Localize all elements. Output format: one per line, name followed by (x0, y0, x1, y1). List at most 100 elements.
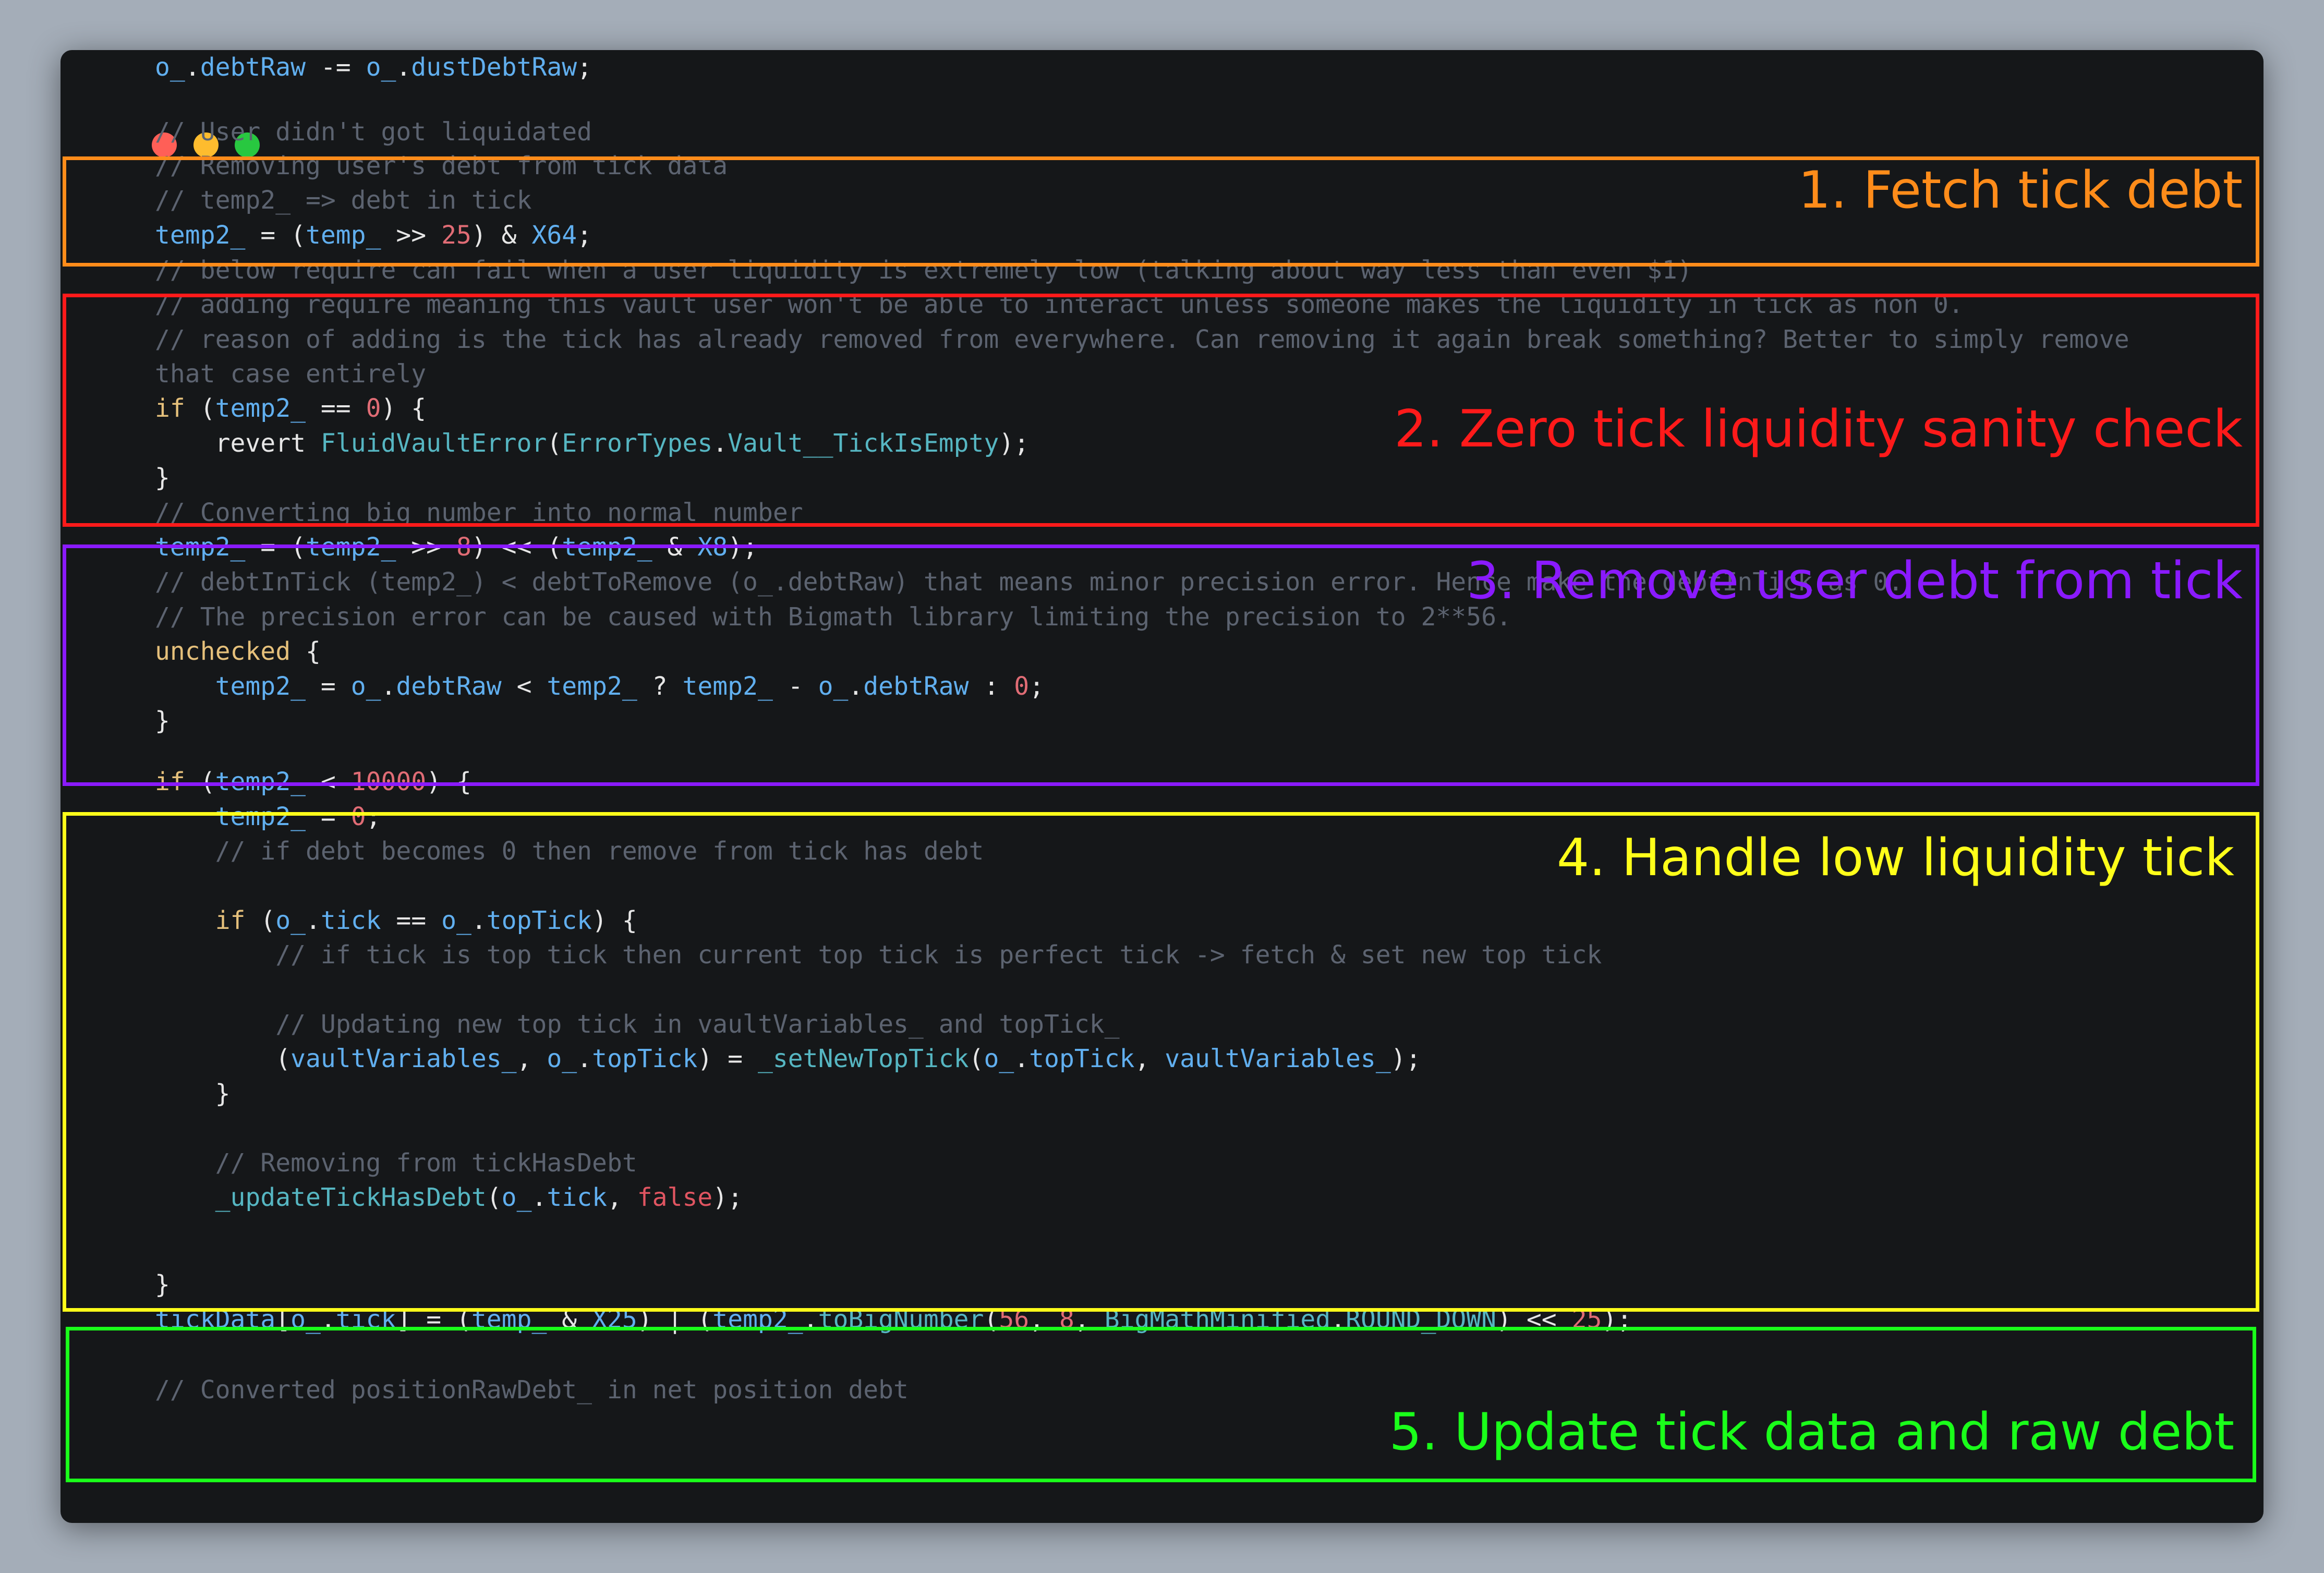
code-token: { (290, 637, 321, 666)
code-token: debtRaw (863, 672, 969, 701)
code-token: temp_ (471, 1305, 547, 1334)
code-token: // reason of adding is the tick has alre… (155, 325, 2129, 354)
code-token: ) = (697, 1044, 758, 1073)
code-token: FluidVaultError (320, 429, 547, 458)
code-token: tick (547, 1183, 607, 1212)
code-token: ) { (592, 906, 637, 935)
code-token: . (320, 1305, 336, 1334)
code-token: == (305, 394, 366, 423)
code-token: temp2_ (155, 533, 246, 562)
code-token: _setNewTopTick (757, 1044, 969, 1073)
code-token: ) & (471, 221, 532, 250)
code-line: } (155, 1267, 170, 1302)
code-line: // Removing user's debt from tick data (155, 149, 728, 183)
code-token: . (531, 1183, 547, 1212)
code-token: if (155, 394, 185, 423)
code-token: // if tick is top tick then current top … (155, 940, 1602, 970)
section-label-handle-low-liquidity: 4. Handle low liquidity tick (1556, 828, 2234, 888)
code-token: ( (245, 906, 276, 935)
code-token: X64 (531, 221, 577, 250)
code-line: _updateTickHasDebt(o_.tick, false); (155, 1180, 743, 1215)
code-token: 8 (456, 533, 471, 562)
code-token: tick (320, 906, 381, 935)
code-token: 8 (1059, 1305, 1074, 1334)
code-token: unchecked (155, 637, 291, 666)
code-token: ) | ( (637, 1305, 713, 1334)
code-line: // if tick is top tick then current top … (155, 938, 1602, 972)
code-token: = (305, 672, 351, 701)
code-token: >> (396, 533, 456, 562)
code-line: // User didn't got liquidated (155, 115, 592, 149)
code-line: revert FluidVaultError(ErrorTypes.Vault_… (155, 426, 1030, 461)
code-token: vaultVariables_ (1165, 1044, 1391, 1073)
code-token: = ( (245, 221, 306, 250)
code-token: // The precision error can be caused wit… (155, 602, 1511, 632)
code-line: tickData[o_.tick] = (temp_ & X25) | (tem… (155, 1302, 1632, 1337)
code-token: ( (155, 1044, 291, 1073)
code-line: // Removing from tickHasDebt (155, 1146, 637, 1180)
code-token: . (381, 672, 396, 701)
code-token: // temp2_ => debt in tick (155, 186, 532, 215)
code-token: BigMathMinified (1104, 1305, 1331, 1334)
code-token: o_ (366, 53, 396, 82)
code-token: // below require can fail when a user li… (155, 256, 1692, 285)
code-token: o_ (275, 906, 306, 935)
code-line: } (155, 1076, 231, 1111)
code-token: // Converted positionRawDebt_ in net pos… (155, 1375, 909, 1405)
code-line: // adding require meaning this vault use… (155, 287, 1964, 322)
code-token: , (1029, 1305, 1059, 1334)
code-token: = (305, 802, 351, 831)
code-token: Vault__TickIsEmpty (728, 429, 999, 458)
code-token: ErrorTypes (562, 429, 713, 458)
code-token: // Removing from tickHasDebt (155, 1148, 637, 1178)
code-token: temp2_ (712, 1305, 803, 1334)
code-token: [ (275, 1305, 291, 1334)
code-token: temp2_ (547, 672, 637, 701)
code-token: . (1014, 1044, 1030, 1073)
code-token: temp2_ (215, 394, 306, 423)
code-token: 25 (441, 221, 471, 250)
code-token: . (396, 53, 411, 82)
code-token: == (381, 906, 442, 935)
code-line: o_.debtRaw -= o_.dustDebtRaw; (155, 50, 592, 84)
code-token: ; (366, 802, 381, 831)
code-window: // User didn't got liquidated // Removing… (60, 50, 2264, 1523)
code-token: dustDebtRaw (411, 53, 577, 82)
code-token: , (516, 1044, 547, 1073)
code-line: if (temp2_ == 0) { (155, 391, 426, 426)
code-token: X25 (592, 1305, 637, 1334)
section-label-fetch-tick-debt: 1. Fetch tick debt (1798, 161, 2243, 220)
code-token: . (848, 672, 864, 701)
code-token: 0 (1014, 672, 1030, 701)
code-token: temp2_ (155, 221, 246, 250)
code-token: . (712, 429, 728, 458)
code-line: that case entirely (155, 357, 426, 391)
code-token: . (803, 1305, 818, 1334)
code-line: // Converting big number into normal num… (155, 495, 803, 530)
code-token: vaultVariables_ (290, 1044, 517, 1073)
code-token: ) { (381, 394, 427, 423)
code-token: . (305, 906, 321, 935)
code-line: if (temp2_ < 10000) { (155, 765, 471, 799)
code-token: -= (306, 53, 366, 82)
code-token: >> (381, 221, 442, 250)
code-token: X8 (697, 533, 728, 562)
code-token: that case entirely (155, 359, 427, 389)
code-token: ) << ( (471, 533, 562, 562)
code-token: ; (577, 53, 592, 82)
code-token: } (155, 463, 170, 492)
code-token: - (772, 672, 818, 701)
code-token: if (215, 906, 246, 935)
code-token: ( (969, 1044, 984, 1073)
code-token: ); (1390, 1044, 1421, 1073)
code-token: temp_ (305, 221, 381, 250)
code-token: // Converting big number into normal num… (155, 498, 803, 527)
code-token: o_ (818, 672, 849, 701)
code-line: // if debt becomes 0 then remove from ti… (155, 834, 984, 868)
code-token: temp2_ (562, 533, 652, 562)
code-token: ( (486, 1183, 502, 1212)
code-token: toBigNumber (818, 1305, 984, 1334)
code-token: o_ (155, 53, 185, 82)
